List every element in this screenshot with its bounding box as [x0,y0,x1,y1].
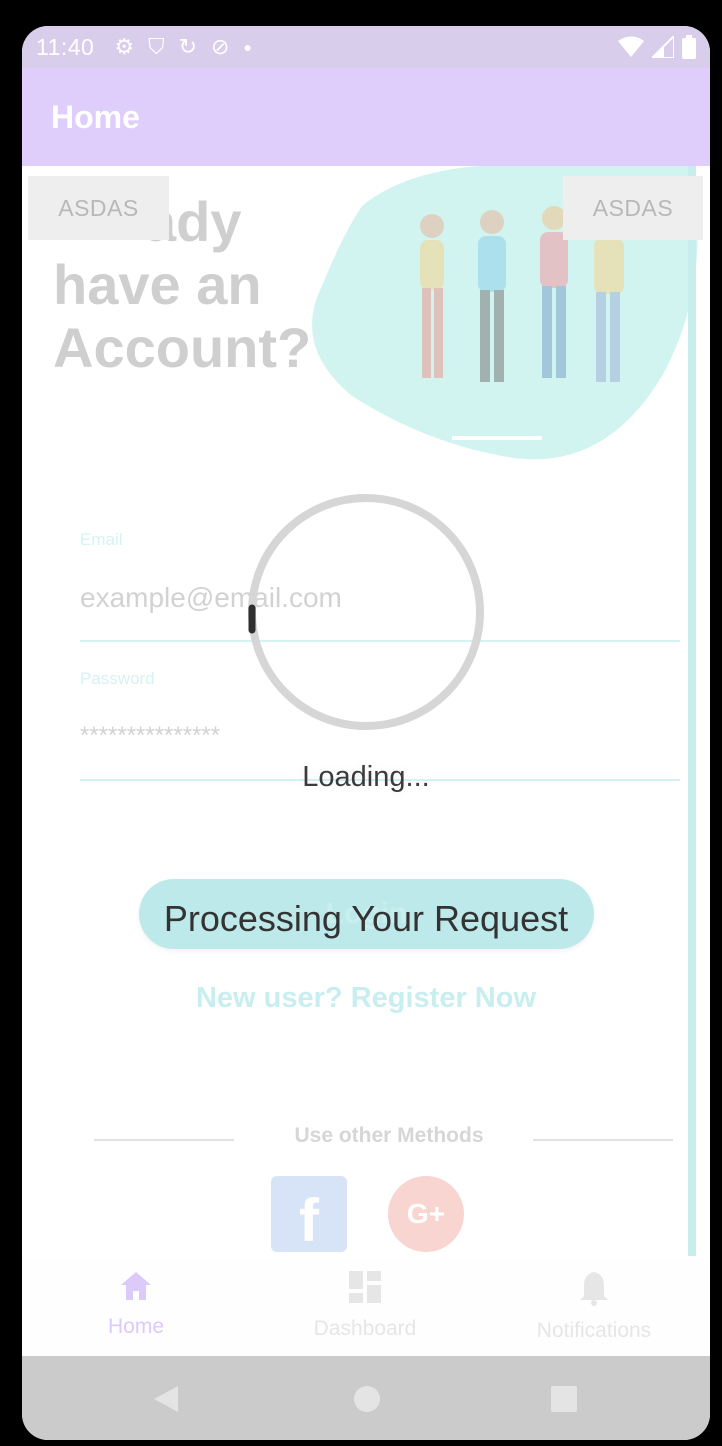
wifi-icon [618,36,644,57]
app-bar: Home [22,68,710,166]
heading-line-2: have an [53,253,262,316]
status-bar: 11:40 ⚙ ⛉ ↻ ⊘ ● [22,26,710,68]
other-methods-divider: Use other Methods [94,1124,674,1154]
divider-right [533,1139,673,1141]
dashboard-icon [349,1271,381,1303]
battery-icon [682,35,696,59]
register-link[interactable]: New user? Register Now [22,982,710,1015]
home-circle-icon[interactable] [353,1385,381,1413]
sync-icon: ↻ [178,34,198,59]
facebook-login-button[interactable]: f [271,1176,347,1254]
nav-label-dashboard: Dashboard [313,1317,417,1340]
bottom-navigation: Home Dashboard Notifications [22,1258,710,1356]
status-icons: ⚙ ⛉ ↻ ⊘ ● [114,36,252,58]
decorative-stripe [688,166,696,1256]
google-plus-icon: G+ [406,1198,446,1229]
other-methods-label: Use other Methods [294,1124,484,1147]
google-plus-login-button[interactable]: G+ [388,1176,464,1252]
signal-icon [652,36,674,58]
tab-button-left[interactable]: ASDAS [28,176,169,240]
dot-icon: ● [243,39,252,55]
nav-item-home[interactable]: Home [36,1270,236,1339]
email-label: Email [80,530,123,549]
status-right-icons [618,35,696,59]
loading-label: Loading... [302,761,430,793]
password-label: Password [80,669,155,688]
shield-icon: ⛉ [148,34,165,59]
back-icon[interactable] [152,1384,180,1414]
recents-icon[interactable] [550,1385,578,1413]
home-icon [121,1272,151,1300]
nav-label-home: Home [107,1315,165,1338]
system-navigation-bar [22,1356,710,1440]
heading-line-3: Account? [53,316,312,379]
password-field[interactable]: *************** [80,722,220,750]
app-bar-title: Home [51,98,140,135]
phone-screen: 11:40 ⚙ ⛉ ↻ ⊘ ● Home ady have an Account… [22,26,710,1440]
no-sim-icon: ⊘ [211,34,230,59]
loading-spinner [248,494,484,730]
bell-icon [580,1272,608,1306]
status-time: 11:40 [36,33,95,60]
settings-icon: ⚙ [114,34,135,59]
nav-label-notifications: Notifications [536,1319,652,1342]
facebook-icon: f [299,1187,319,1254]
tab-button-right[interactable]: ASDAS [563,176,703,240]
processing-label: Processing Your Request [163,898,569,939]
nav-item-notifications[interactable]: Notifications [494,1270,694,1343]
nav-item-dashboard[interactable]: Dashboard [265,1270,465,1341]
